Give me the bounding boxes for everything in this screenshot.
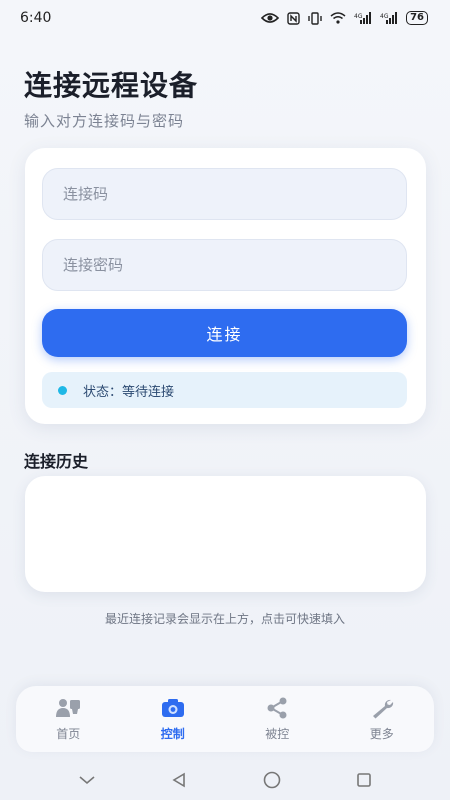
svg-text:4G: 4G [380,13,389,20]
connection-status: 状态：等待连接 [42,372,407,408]
status-icons: 4G 4G 76 [261,11,428,25]
bottom-tab-bar: 首页 控制 被控 更多 [16,686,434,752]
page-subtitle: 输入对方连接码与密码 [24,112,185,130]
people-icon [55,697,81,719]
collapse-nav-button[interactable] [78,774,96,786]
connection-password-input[interactable] [42,239,407,291]
wrench-icon [369,697,395,719]
home-nav-button[interactable] [263,771,281,789]
tab-home[interactable]: 首页 [23,697,113,742]
back-nav-button[interactable] [171,772,187,788]
connect-card: 连接 状态：等待连接 [25,148,426,424]
page-title: 连接远程设备 [24,69,199,102]
eye-icon [261,12,280,24]
status-bar: 6:40 4G 4G 76 [0,0,450,36]
tab-home-label: 首页 [56,726,81,741]
system-nav-bar [0,760,450,800]
recents-nav-button[interactable] [356,772,372,788]
signal-2-icon: 4G [380,12,398,24]
wifi-icon [330,12,346,24]
tab-controlled[interactable]: 被控 [232,697,322,742]
status-time: 6:40 [20,10,52,26]
status-dot-icon [58,385,67,395]
vibrate-icon [308,11,322,25]
history-title: 连接历史 [24,452,89,471]
tab-more[interactable]: 更多 [337,697,427,742]
status-text: 状态：等待连接 [83,384,175,400]
signal-icon: 4G [354,12,372,24]
nfc-icon [287,11,300,25]
tab-more-label: 更多 [369,726,394,741]
tab-controlled-label: 被控 [265,726,290,741]
camera-icon [160,697,186,719]
battery-indicator: 76 [406,11,428,25]
connect-button[interactable]: 连接 [42,309,407,357]
share-icon [264,697,290,719]
svg-text:4G: 4G [354,13,363,20]
history-hint: 最近连接记录会显示在上方，点击可快速填入 [104,612,345,626]
tab-control-label: 控制 [160,726,185,741]
history-list[interactable] [25,476,426,592]
tab-control[interactable]: 控制 [128,697,218,742]
connection-code-input[interactable] [42,168,407,220]
